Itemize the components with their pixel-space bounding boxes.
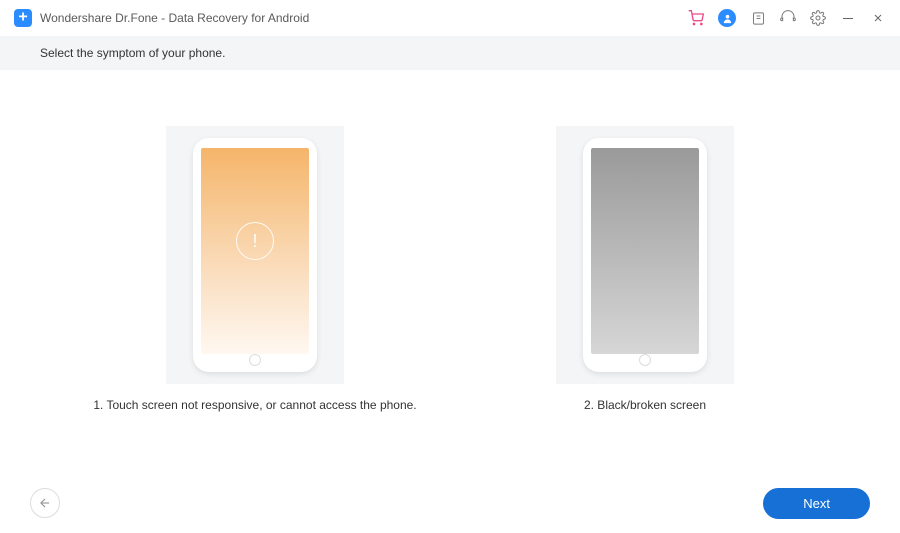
option-black-screen[interactable]: 2. Black/broken screen	[475, 126, 815, 412]
titlebar-controls	[688, 9, 886, 27]
footer: Next	[0, 473, 900, 533]
support-icon[interactable]	[780, 10, 796, 26]
titlebar: Wondershare Dr.Fone - Data Recovery for …	[0, 0, 900, 36]
minimize-button[interactable]	[840, 10, 856, 26]
instruction-text: Select the symptom of your phone.	[0, 36, 900, 70]
window-title: Wondershare Dr.Fone - Data Recovery for …	[40, 11, 309, 25]
option-card: !	[166, 126, 344, 384]
options-container: ! 1. Touch screen not responsive, or can…	[0, 70, 900, 412]
phone-screen-black	[591, 148, 699, 354]
titlebar-left: Wondershare Dr.Fone - Data Recovery for …	[14, 9, 309, 27]
feedback-icon[interactable]	[750, 10, 766, 26]
back-button[interactable]	[30, 488, 60, 518]
cart-icon[interactable]	[688, 10, 704, 26]
option-label: 1. Touch screen not responsive, or canno…	[93, 398, 416, 412]
warning-icon: !	[236, 222, 274, 260]
phone-screen-unresponsive: !	[201, 148, 309, 354]
option-card	[556, 126, 734, 384]
account-icon[interactable]	[718, 9, 736, 27]
settings-icon[interactable]	[810, 10, 826, 26]
option-touch-screen[interactable]: ! 1. Touch screen not responsive, or can…	[85, 126, 425, 412]
next-button[interactable]: Next	[763, 488, 870, 519]
phone-mockup	[583, 138, 707, 372]
option-label: 2. Black/broken screen	[584, 398, 706, 412]
close-button[interactable]	[870, 10, 886, 26]
phone-mockup: !	[193, 138, 317, 372]
app-logo-icon	[14, 9, 32, 27]
